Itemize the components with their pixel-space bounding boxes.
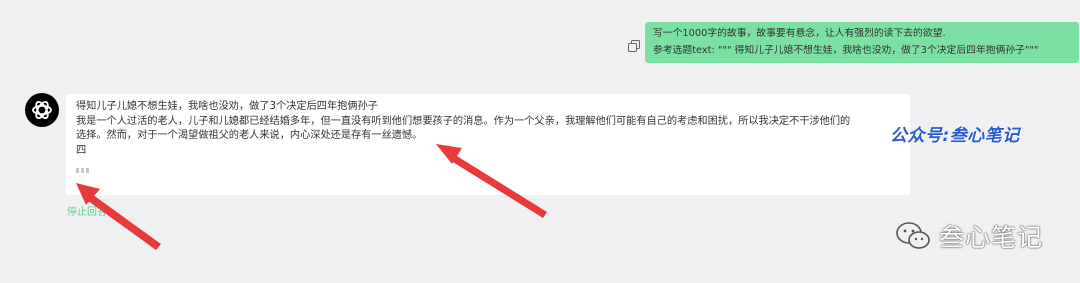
watermark-bottom: 叁心笔记 <box>895 216 1043 256</box>
stop-answer-button[interactable]: 停止回答 <box>67 203 107 218</box>
chatgpt-logo-icon <box>32 101 52 119</box>
user-message-line-1: 写一个1000字的故事，故事要有悬念，让人有强烈的读下去的欲望. <box>653 28 946 39</box>
answer-partial-text: 四 <box>76 144 87 156</box>
assistant-message: 得知儿子儿媳不想生娃，我啥也没劝，做了3个决定后四年抱俩孙子 我是一个人过活的老… <box>66 94 910 195</box>
user-message-line-2: 参考选题text: """ 得知儿子儿媳不想生娃，我啥也没劝，做了3个决定后四年… <box>653 45 1039 56</box>
watermark-top: 公众号:叁心笔记 <box>890 126 1020 146</box>
user-message-bubble: 写一个1000字的故事，故事要有悬念，让人有强烈的读下去的欲望. 参考选题tex… <box>645 22 1079 63</box>
answer-paragraph-line-2: 选择。然而，对于一个渴望做祖父的老人来说，内心深处还是存有一丝遗憾。 <box>76 130 423 141</box>
answer-paragraph-line-1: 我是一个人过活的老人，儿子和儿媳都已经结婚多年，但一直没有听到他们想要孩子的消息… <box>76 115 851 127</box>
typing-indicator <box>76 168 902 173</box>
copy-icon[interactable] <box>628 37 640 52</box>
watermark-bottom-text: 叁心笔记 <box>939 223 1044 252</box>
answer-title: 得知儿子儿媳不想生娃，我啥也没劝，做了3个决定后四年抱俩孙子 <box>76 101 378 112</box>
assistant-avatar <box>25 93 59 127</box>
wechat-icon <box>896 222 930 249</box>
